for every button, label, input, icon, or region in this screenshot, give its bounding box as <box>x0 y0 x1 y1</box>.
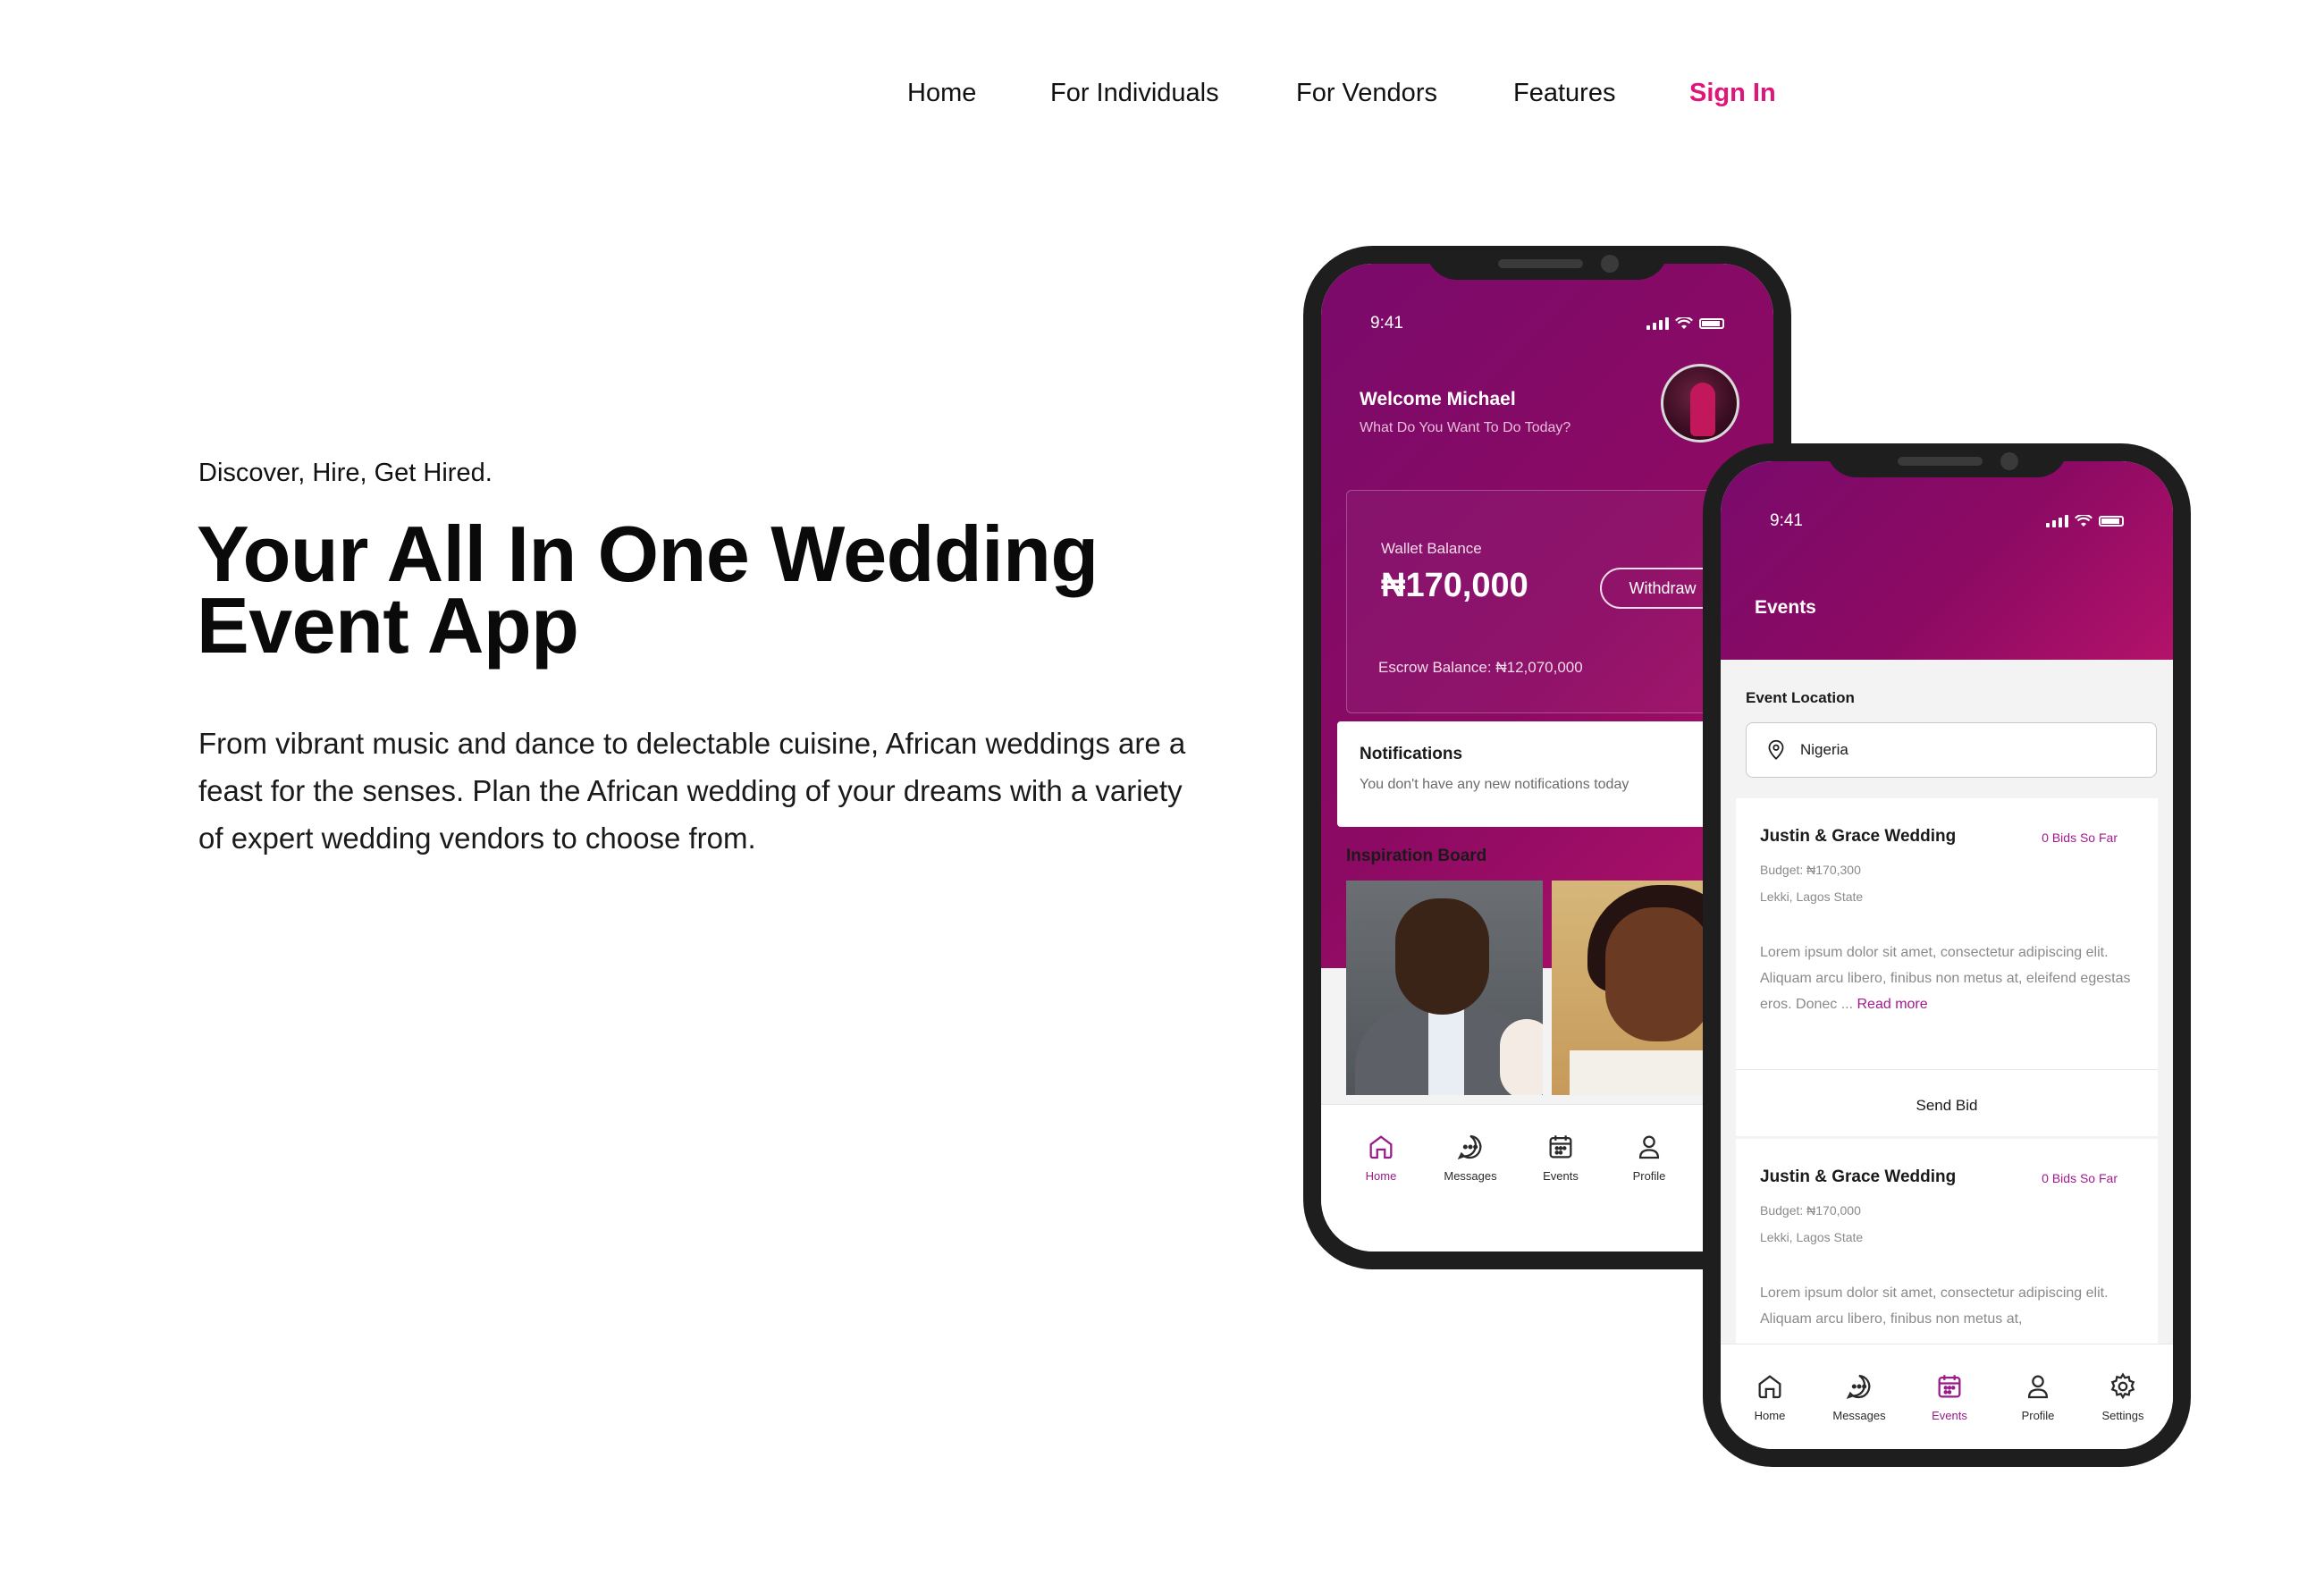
read-more-link[interactable]: Read more <box>1857 997 1928 1012</box>
tab-home[interactable]: Home <box>1341 1132 1421 1183</box>
event-card-bids: 0 Bids So Far <box>2042 1171 2118 1185</box>
event-card-location: Lekki, Lagos State <box>1760 1230 1864 1244</box>
battery-icon <box>2099 516 2124 527</box>
wifi-icon <box>2075 515 2092 527</box>
inspiration-photo-groom[interactable] <box>1346 881 1543 1095</box>
nav-vendors-link[interactable]: For Vendors <box>1296 79 1437 108</box>
wifi-icon <box>1675 317 1693 329</box>
event-location-label: Event Location <box>1746 689 1855 706</box>
nav-features-link[interactable]: Features <box>1513 79 1615 108</box>
tab-messages[interactable]: Messages <box>1430 1132 1511 1183</box>
event-card-budget: Budget: ₦170,000 <box>1760 1203 1861 1218</box>
event-card-title: Justin & Grace Wedding <box>1760 827 1957 846</box>
tab-home[interactable]: Home <box>1730 1371 1810 1422</box>
signal-icon <box>1646 317 1669 330</box>
tab-profile[interactable]: Profile <box>1998 1371 2078 1422</box>
event-card-budget: Budget: ₦170,300 <box>1760 863 1861 877</box>
welcome-title: Welcome Michael <box>1360 389 1516 409</box>
hero-intro: From vibrant music and dance to delectab… <box>198 727 1186 855</box>
tab-events[interactable]: Events <box>1520 1132 1601 1183</box>
event-card-bids: 0 Bids So Far <box>2042 830 2118 845</box>
phone-notch <box>1427 246 1668 280</box>
tab-events[interactable]: Events <box>1909 1371 1990 1422</box>
avatar[interactable] <box>1661 364 1739 442</box>
headline-line-2: Event App <box>197 581 579 670</box>
calendar-icon <box>1549 1135 1572 1159</box>
event-card-description: Lorem ipsum dolor sit amet, consectetur … <box>1760 940 2135 1017</box>
phone-mockup-events: 9:41 Events Event Location Nigeria Justi… <box>1703 443 2191 1467</box>
event-card-location: Lekki, Lagos State <box>1760 889 1864 904</box>
event-card-description: Lorem ipsum dolor sit amet, consectetur … <box>1760 1285 2109 1327</box>
wallet-amount: ₦170,000 <box>1381 567 1528 604</box>
chat-bubble-icon <box>1846 1374 1871 1400</box>
signal-icon <box>2046 515 2068 527</box>
event-location-field[interactable]: Nigeria <box>1746 722 2157 778</box>
inspiration-board-title: Inspiration Board <box>1346 847 1487 865</box>
hero-headline: Your All In One Wedding Event App <box>197 515 1180 665</box>
tab-messages[interactable]: Messages <box>1819 1371 1899 1422</box>
phone-notch <box>1826 443 2067 477</box>
phone-screen-events: 9:41 Events Event Location Nigeria Justi… <box>1721 461 2173 1449</box>
tab-settings-label: Settings <box>2101 1409 2144 1422</box>
event-location-value: Nigeria <box>1800 741 1848 758</box>
tab-home-label: Home <box>1754 1409 1786 1422</box>
gear-icon <box>2110 1372 2135 1400</box>
tab-messages-label: Messages <box>1832 1409 1886 1422</box>
home-icon <box>1758 1375 1781 1399</box>
location-pin-icon <box>1768 739 1784 760</box>
calendar-icon <box>1938 1375 1961 1398</box>
wallet-label: Wallet Balance <box>1381 540 1482 557</box>
status-bar: 9:41 <box>1770 511 2124 531</box>
tab-settings[interactable]: Settings <box>2083 1371 2163 1422</box>
status-time: 9:41 <box>1770 511 1803 530</box>
battery-icon <box>1699 318 1724 329</box>
tab-events-label: Events <box>1543 1169 1579 1183</box>
event-card-description-text: Lorem ipsum dolor sit amet, consectetur … <box>1760 945 2131 1012</box>
notifications-text: You don't have any new notifications tod… <box>1360 777 1629 792</box>
bottom-tab-bar: Home Messages Events Profile Settings <box>1721 1344 2173 1449</box>
escrow-balance: Escrow Balance: ₦12,070,000 <box>1378 659 1583 676</box>
event-card-title: Justin & Grace Wedding <box>1760 1167 1957 1186</box>
tab-messages-label: Messages <box>1444 1169 1497 1183</box>
send-bid-button[interactable]: Send Bid <box>1736 1097 2158 1115</box>
user-icon <box>1638 1135 1660 1159</box>
status-time: 9:41 <box>1370 314 1403 333</box>
notifications-title: Notifications <box>1360 745 1463 763</box>
user-icon <box>2027 1375 2049 1399</box>
card-divider <box>1736 1069 2158 1070</box>
event-card[interactable]: Justin & Grace Wedding 0 Bids So Far Bud… <box>1736 798 2158 1136</box>
tab-events-label: Events <box>1932 1409 1967 1422</box>
nav-sign-in-link[interactable]: Sign In <box>1689 79 1776 108</box>
events-page-title: Events <box>1755 597 1816 618</box>
tab-home-label: Home <box>1365 1169 1397 1183</box>
hero-tagline: Discover, Hire, Get Hired. <box>198 459 493 487</box>
home-icon <box>1369 1135 1393 1159</box>
tab-profile-label: Profile <box>1632 1169 1666 1183</box>
tab-profile[interactable]: Profile <box>1609 1132 1689 1183</box>
events-header <box>1721 461 2173 660</box>
chat-bubble-icon <box>1457 1134 1482 1160</box>
nav-home-link[interactable]: Home <box>907 79 976 108</box>
status-bar: 9:41 <box>1370 314 1724 333</box>
nav-individuals-link[interactable]: For Individuals <box>1050 79 1219 108</box>
welcome-subtitle: What Do You Want To Do Today? <box>1360 420 1571 435</box>
tab-profile-label: Profile <box>2021 1409 2055 1422</box>
